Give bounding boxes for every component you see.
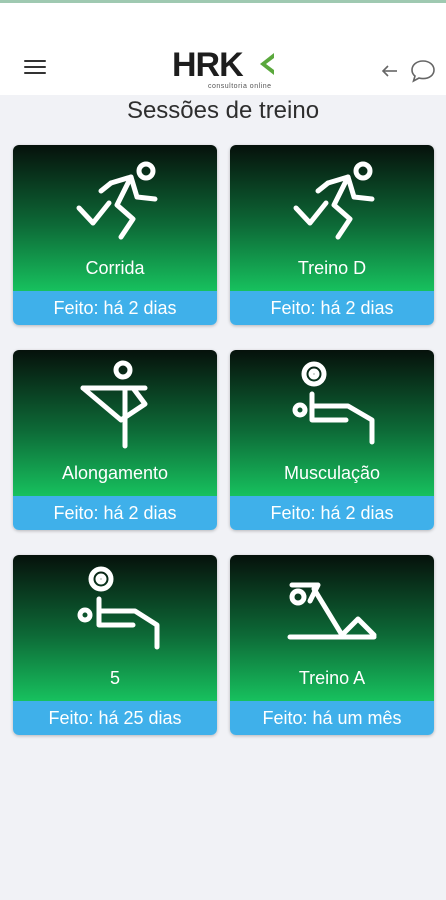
logo-subtitle: consultoria online <box>208 83 272 90</box>
chat-bubble-icon[interactable] <box>409 57 437 85</box>
page-title: Sessões de treino <box>126 97 320 124</box>
card-background: Corrida <box>13 145 217 291</box>
weightlifting-icon <box>77 566 160 650</box>
card-background: Alongamento <box>13 350 217 496</box>
weightlifting-icon <box>292 361 375 445</box>
card-background: Treino D <box>230 145 434 291</box>
session-name: Treino D <box>297 258 367 278</box>
card-background: Treino A <box>230 555 434 701</box>
logo: HRK consultoria online <box>170 45 280 97</box>
menu-icon[interactable] <box>24 60 48 80</box>
session-name: Alongamento <box>61 463 169 483</box>
session-name: Corrida <box>85 258 145 278</box>
session-card[interactable]: Treino A Feito: há um mês <box>230 555 434 735</box>
back-arrow-icon[interactable] <box>380 61 400 81</box>
situp-icon <box>287 582 377 640</box>
runner-icon <box>293 161 375 240</box>
card-background: Musculação <box>230 350 434 496</box>
stretching-icon <box>80 360 148 449</box>
session-name: Musculação <box>283 463 381 483</box>
session-card[interactable]: Musculação Feito: há 2 dias <box>230 350 434 530</box>
session-status: Feito: há 2 dias <box>230 496 434 530</box>
session-status: Feito: há um mês <box>230 701 434 735</box>
session-status: Feito: há 2 dias <box>13 496 217 530</box>
logo-text: HRK <box>172 46 244 84</box>
session-status: Feito: há 2 dias <box>230 291 434 325</box>
session-card[interactable]: 5 Feito: há 25 dias <box>13 555 217 735</box>
logo-arrow-icon <box>260 53 274 75</box>
session-status: Feito: há 2 dias <box>13 291 217 325</box>
app-header: HRK consultoria online <box>0 3 446 95</box>
session-status: Feito: há 25 dias <box>13 701 217 735</box>
session-card[interactable]: Treino D Feito: há 2 dias <box>230 145 434 325</box>
runner-icon <box>76 161 158 240</box>
session-name: Treino A <box>298 668 366 688</box>
session-card[interactable]: Alongamento Feito: há 2 dias <box>13 350 217 530</box>
session-name: 5 <box>109 668 120 688</box>
session-card[interactable]: Corrida Feito: há 2 dias <box>13 145 217 325</box>
card-background: 5 <box>13 555 217 701</box>
